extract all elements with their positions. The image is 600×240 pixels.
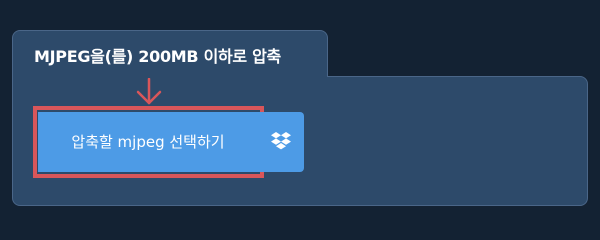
dropbox-icon [271, 132, 291, 150]
down-arrow-icon [136, 78, 162, 105]
choose-file-button[interactable]: 압축할 mjpeg 선택하기 [38, 112, 258, 172]
dropbox-button[interactable] [258, 112, 304, 172]
tab-panel-joint [13, 75, 327, 79]
tab-title: MJPEG을(를) 200MB 이하로 압축 [34, 47, 281, 66]
